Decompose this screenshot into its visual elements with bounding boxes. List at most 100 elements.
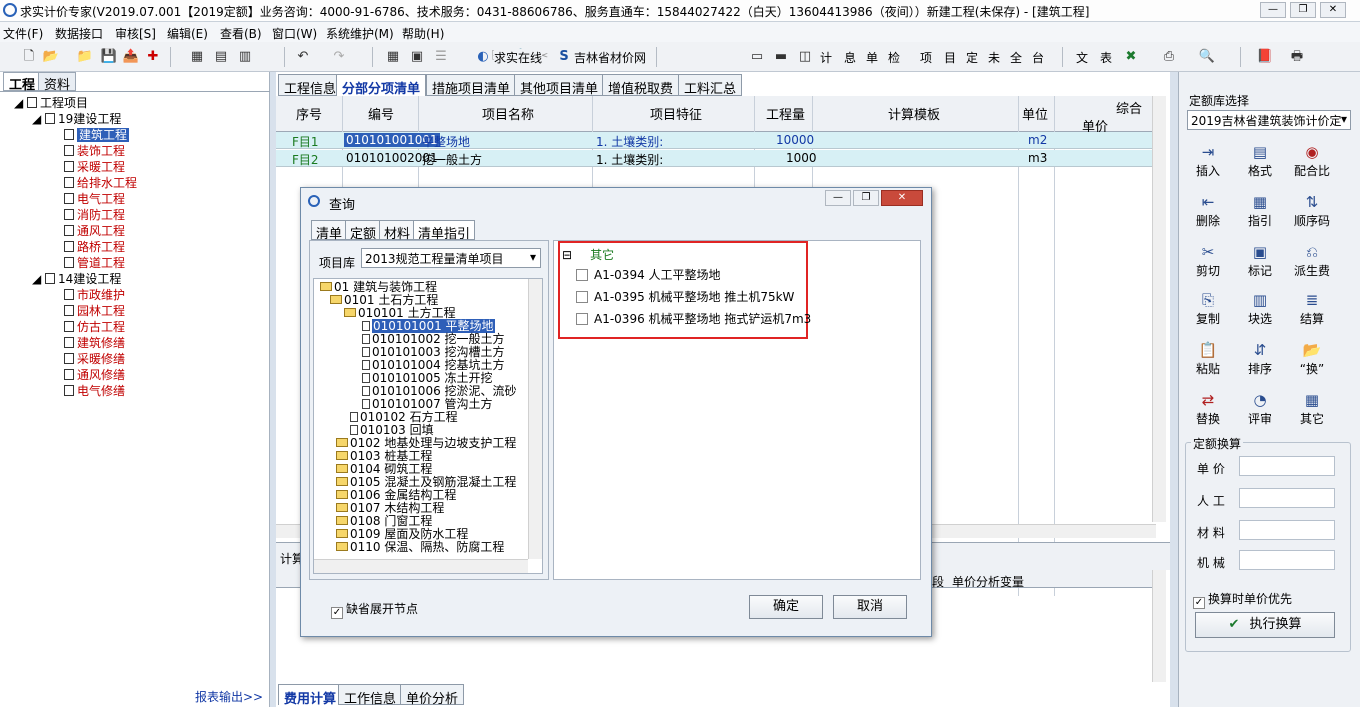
tool-mu[interactable]: 目 [944,49,956,66]
lower-col-duan[interactable]: 段 [932,573,944,590]
row-qty[interactable]: 10000 [776,133,814,147]
menu-data-interface[interactable]: 数据接口 [55,25,103,42]
tool-tai[interactable]: 台 [1032,49,1044,66]
review-button[interactable]: ◔ 评审 [1235,390,1285,432]
maximize-button[interactable]: ❐ [1290,2,1316,18]
col-feature[interactable]: 项目特征 [650,104,702,123]
tool-wei[interactable]: 未 [988,49,1000,66]
tab-project-info[interactable]: 工程信息 [278,74,343,97]
dialog-close-button[interactable]: ✕ [881,190,923,206]
tree-item[interactable]: 电气工程 [64,190,125,207]
excel-icon[interactable]: ✖ [1122,48,1140,66]
print-icon[interactable]: ⎙ [1160,48,1178,66]
sort-button[interactable]: ⇵ 排序 [1235,340,1285,382]
substitute-button[interactable]: ⇄ 替换 [1183,390,1233,432]
menu-system[interactable]: 系统维护(M) [326,25,394,42]
tool-wen[interactable]: 文 [1076,49,1088,66]
tree-item-building[interactable]: 建筑工程 [64,126,130,143]
tree-item[interactable]: 管道工程 [64,254,125,271]
cancel-button[interactable]: 取消 [833,595,907,619]
lower-scrollbar[interactable] [1152,570,1166,682]
panel-a-icon[interactable]: ▭ [748,48,766,66]
tab-price-analysis[interactable]: 单价分析 [400,684,465,707]
export-icon[interactable]: 📤 [122,48,140,66]
dialog-tab-bill[interactable]: 清单 [311,220,348,242]
col-name[interactable]: 项目名称 [482,104,534,123]
open-folder-icon[interactable]: 📂 [42,48,60,66]
dialog-maximize-button[interactable]: ❐ [853,190,879,206]
guide-item[interactable]: A1-0396 机械平整场地 拖式铲运机7m3 [576,313,811,326]
tree-item[interactable]: 路桥工程 [64,238,125,255]
tab-vat[interactable]: 增值税取费 [602,74,680,97]
tool-ji[interactable]: 计 [820,49,832,66]
guide-group[interactable]: ⊟ 其它 [562,249,614,262]
table-row[interactable]: F目2 010101002001 挖一般土方 1. 土壤类别: 1000 m3 [276,150,1154,167]
menu-file[interactable]: 文件(F) [3,25,43,42]
tree-item[interactable]: 仿古工程 [64,318,125,335]
add-red-icon[interactable]: ✚ [144,48,162,66]
tab-bill[interactable]: 分部分项清单 [336,74,427,97]
close-button[interactable]: ✕ [1320,2,1346,18]
tree-item[interactable]: 装饰工程 [64,142,125,159]
minimize-button[interactable]: — [1260,2,1286,18]
tree-item[interactable]: 通风修缮 [64,366,125,383]
row-name[interactable]: 平整场地 [422,133,470,150]
menu-view[interactable]: 查看(B) [220,25,262,42]
tab-work-info[interactable]: 工作信息 [338,684,403,707]
tree-item[interactable]: 消防工程 [64,206,125,223]
new-file-icon[interactable]: 🗋 [20,48,38,66]
mix-ratio-button[interactable]: ◉ 配合比 [1287,142,1337,184]
tab-fee-calc[interactable]: 费用计算 [278,684,343,707]
tree-item[interactable]: 市政维护 [64,286,125,303]
tree-item[interactable]: 采暖工程 [64,158,125,175]
tree-item[interactable]: 园林工程 [64,302,125,319]
checkbox-icon[interactable] [576,313,588,325]
checkbox-icon[interactable] [576,269,588,281]
machine-field[interactable] [1239,550,1335,570]
cut-button[interactable]: ✂ 剪切 [1183,242,1233,284]
tool-dan[interactable]: 单 [866,49,878,66]
menu-edit[interactable]: 编辑(E) [167,25,208,42]
menu-window[interactable]: 窗口(W) [272,25,317,42]
tab-project[interactable]: 工程 [3,72,42,93]
list-icon[interactable]: ☰ [432,48,450,66]
delete-button[interactable]: ⇤ 删除 [1183,192,1233,234]
printer-icon[interactable]: 🖶 [1288,48,1306,66]
row-qty[interactable]: 1000 [786,151,817,165]
price-field[interactable] [1239,456,1335,476]
book-icon[interactable]: 📕 [1256,48,1274,66]
tool-b-icon[interactable]: ▤ [212,48,230,66]
guide-button[interactable]: ▦ 指引 [1235,192,1285,234]
panel-b-icon[interactable]: ▬ [772,48,790,66]
dialog-tab-quota[interactable]: 定额 [345,220,382,242]
dialog-tab-material[interactable]: 材料 [379,220,416,242]
dialog-tab-guide[interactable]: 清单指引 [413,220,476,242]
row-name[interactable]: 挖一般土方 [422,151,482,168]
expand-default-checkbox[interactable]: ✓ 缺省展开节点 [331,600,418,619]
lib-select[interactable]: 2019吉林省建筑装饰计价定 ▾ [1187,110,1351,130]
checkbox-icon[interactable] [576,291,588,303]
row-feature[interactable]: 1. 土壤类别: [596,151,663,168]
tree-scrollbar[interactable] [528,279,542,559]
tab-material[interactable]: 资料 [38,72,77,93]
save-icon[interactable]: 💾 [100,48,118,66]
tool-jian[interactable]: 检 [888,49,900,66]
replace-quote-button[interactable]: 📂 “换” [1287,340,1337,382]
tool-c-icon[interactable]: ▥ [236,48,254,66]
report-output-link[interactable]: 报表输出>> [195,688,263,705]
block-select-button[interactable]: ▥ 块选 [1235,290,1285,332]
priority-checkbox[interactable]: ✓ 换算时单价优先 [1193,590,1292,609]
col-seq[interactable]: 序号 [296,104,322,123]
col-qty[interactable]: 工程量 [766,104,805,123]
execute-button[interactable]: ✔ 执行换算 [1195,612,1335,638]
other-button[interactable]: ▦ 其它 [1287,390,1337,432]
row-unit[interactable]: m3 [1028,151,1047,165]
row-feature[interactable]: 1. 土壤类别: [596,133,663,150]
dialog-minimize-button[interactable]: — [825,190,851,206]
globe-icon[interactable]: ◐ [474,48,492,66]
undo-icon[interactable]: ↶ [294,48,312,66]
preview-icon[interactable]: 🔍 [1198,48,1216,66]
guide-item[interactable]: A1-0395 机械平整场地 推土机75kW [576,291,794,304]
insert-button[interactable]: ⇥ 插入 [1183,142,1233,184]
tree-hscrollbar[interactable] [314,559,528,573]
